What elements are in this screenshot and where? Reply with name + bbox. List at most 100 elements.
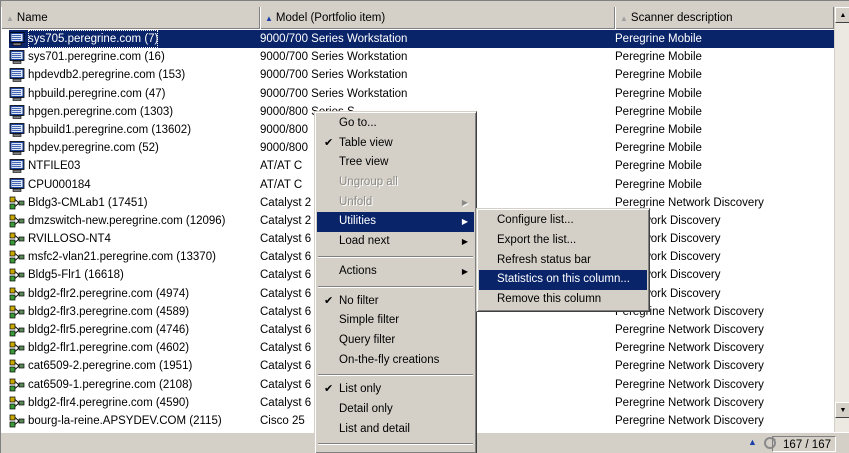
vertical-scrollbar[interactable]: ▲ ▼ xyxy=(834,7,849,432)
menu-separator xyxy=(318,374,473,377)
menu-item-label: Ungroup all xyxy=(339,176,398,189)
menu-item-actions[interactable]: Actions ▶ xyxy=(317,262,474,282)
cell-name: cat6509-1.peregrine.com (2108) xyxy=(9,376,260,394)
cell-name-text: hpdevdb2.peregrine.com (153) xyxy=(28,69,186,82)
column-label: Name xyxy=(16,12,48,24)
cell-name: bldg2-flr4.peregrine.com (4590) xyxy=(9,394,260,412)
menu-item-simple-filter[interactable]: Simple filter xyxy=(317,311,474,331)
cell-model: 9000/700 Series Workstation xyxy=(260,33,408,45)
cell-name: bldg2-flr5.peregrine.com (4746) xyxy=(9,321,260,339)
column-header-scanner[interactable]: ▲ Scanner description xyxy=(615,7,834,29)
network-device-icon xyxy=(9,360,25,373)
menu-item-no-filter[interactable]: ✔ No filter xyxy=(317,292,474,312)
cell-scanner: Peregrine Mobile xyxy=(615,69,702,82)
menu-item-on-the-fly-creations[interactable]: On-the-fly creations xyxy=(317,351,474,371)
cell-name: bourg-la-reine.APSYDEV.COM (2115) xyxy=(9,412,260,430)
menu-separator xyxy=(318,443,473,446)
submenu-item-label: Statistics on this column... xyxy=(497,273,630,286)
submenu-item-label: Refresh status bar xyxy=(497,253,591,266)
column-header-model[interactable]: ▲ Model (Portfolio item) xyxy=(260,7,615,29)
cell-name-text: Bldg3-CMLab1 (17451) xyxy=(28,196,148,209)
workstation-icon xyxy=(9,68,25,83)
menu-item-detail-only[interactable]: Detail only xyxy=(317,400,474,420)
menu-item-label: Detail only xyxy=(339,402,393,415)
cell-name: bldg2-flr3.peregrine.com (4589) xyxy=(9,303,260,321)
submenu-item-refresh-status-bar[interactable]: Refresh status bar xyxy=(479,251,647,271)
cell-name-text: Bldg5-Flr1 (16618) xyxy=(28,269,124,282)
network-device-icon xyxy=(9,287,25,300)
cell-scanner: Peregrine Network Discovery xyxy=(615,324,764,336)
context-menu: Go to... ✔ Table view Tree view Ungroup all U… xyxy=(314,111,477,453)
submenu-arrow-icon: ▶ xyxy=(461,237,468,247)
sort-arrow-icon: ▲ xyxy=(265,13,273,23)
submenu-item-configure-list[interactable]: Configure list... xyxy=(479,211,647,231)
column-label: Scanner description xyxy=(630,12,733,24)
submenu-item-remove-this-column[interactable]: Remove this column xyxy=(479,290,647,310)
menu-item-label: Unfold xyxy=(339,195,373,208)
check-icon: ✔ xyxy=(324,383,334,396)
menu-item-load-next[interactable]: Load next ▶ xyxy=(317,232,474,252)
cell-name: cat6509-2.peregrine.com (1951) xyxy=(9,357,260,375)
menu-item-ungroup-all[interactable]: Ungroup all xyxy=(317,173,474,193)
menu-item-utilities[interactable]: Utilities ▶ xyxy=(317,212,474,233)
cell-name-text: NTFILE03 xyxy=(28,160,81,173)
network-device-icon xyxy=(9,269,25,282)
menu-item-list-and-detail[interactable]: List and detail xyxy=(317,420,474,440)
cell-name-text: hpbuild1.peregrine.com (13602) xyxy=(28,123,192,136)
cell-scanner: Peregrine Mobile xyxy=(615,87,702,100)
submenu-item-export-the-list[interactable]: Export the list... xyxy=(479,231,647,251)
cell-name-text: CPU000184 xyxy=(28,178,91,191)
cell-name: CPU000184 xyxy=(9,176,260,194)
menu-item-label: Load next xyxy=(339,235,390,248)
cell-name: RVILLOSO-NT4 xyxy=(9,230,260,248)
cell-scanner: Peregrine Mobile xyxy=(615,105,702,118)
menu-item-list-only[interactable]: ✔ List only xyxy=(317,380,474,400)
menu-item-tree-view[interactable]: Tree view xyxy=(317,153,474,173)
menu-item-label: List and detail xyxy=(339,422,410,435)
submenu-arrow-icon: ▶ xyxy=(461,197,468,207)
column-header: ▲ Name ▲ Model (Portfolio item) ▲ Scanne… xyxy=(1,7,834,29)
network-device-icon xyxy=(9,232,25,246)
cell-name-text: bldg2-flr4.peregrine.com (4590) xyxy=(28,396,190,409)
table-row[interactable]: sys701.peregrine.com (16) 9000/700 Series… xyxy=(9,48,834,66)
cell-name-text: msfc2-vlan21.peregrine.com (13370) xyxy=(28,251,216,264)
cell-name-text: dmzswitch-new.peregrine.com (12096) xyxy=(28,214,226,227)
network-device-icon xyxy=(9,305,25,319)
menu-item-label: Table view xyxy=(339,136,393,149)
workstation-icon xyxy=(9,104,25,119)
menu-item-label: Tree view xyxy=(339,156,389,169)
scroll-down-button[interactable]: ▼ xyxy=(835,402,849,418)
sort-arrow-icon: ▲ xyxy=(6,13,14,23)
submenu-item-statistics-on-this-column[interactable]: Statistics on this column... xyxy=(479,270,647,291)
cell-scanner: Peregrine Mobile xyxy=(615,142,702,155)
column-header-name[interactable]: ▲ Name xyxy=(1,7,260,29)
cell-scanner: Peregrine Network Discovery xyxy=(615,378,764,391)
network-device-icon xyxy=(9,378,25,391)
cell-name: Bldg3-CMLab1 (17451) xyxy=(9,194,260,212)
cell-scanner: Peregrine Network Discovery xyxy=(615,414,764,427)
menu-item-label: On-the-fly creations xyxy=(339,353,440,366)
network-device-icon xyxy=(9,414,25,428)
table-row[interactable]: sys705.peregrine.com (7) 9000/700 Series … xyxy=(9,30,834,49)
cell-model: 9000/700 Series Workstation xyxy=(260,51,408,64)
submenu-item-label: Remove this column xyxy=(497,293,602,306)
submenu-item-label: Export the list... xyxy=(497,233,577,246)
menu-item-unfold[interactable]: Unfold ▶ xyxy=(317,193,474,213)
menu-item-query-filter[interactable]: Query filter xyxy=(317,331,474,351)
menu-item-label: No filter xyxy=(339,294,379,307)
cell-scanner: Peregrine Network Discovery xyxy=(615,360,764,373)
menu-item-label: Go to... xyxy=(339,117,377,129)
submenu-arrow-icon: ▶ xyxy=(461,266,468,276)
network-device-icon xyxy=(9,250,25,264)
cell-scanner: Peregrine Mobile xyxy=(615,51,702,64)
table-row[interactable]: hpbuild.peregrine.com (47) 9000/700 Serie… xyxy=(9,85,834,103)
scroll-track[interactable] xyxy=(835,23,849,402)
table-row[interactable]: hpdevdb2.peregrine.com (153) 9000/700 Ser… xyxy=(9,66,834,84)
sort-up-icon[interactable]: ▲ xyxy=(748,437,757,447)
cell-name: bldg2-flr1.peregrine.com (4602) xyxy=(9,339,260,357)
menu-item-go-to[interactable]: Go to... xyxy=(317,114,474,134)
cell-name: Bldg5-Flr1 (16618) xyxy=(9,266,260,284)
scroll-up-button[interactable]: ▲ xyxy=(835,7,849,23)
menu-item-table-view[interactable]: ✔ Table view xyxy=(317,134,474,154)
cell-scanner: Peregrine Mobile xyxy=(615,33,702,45)
